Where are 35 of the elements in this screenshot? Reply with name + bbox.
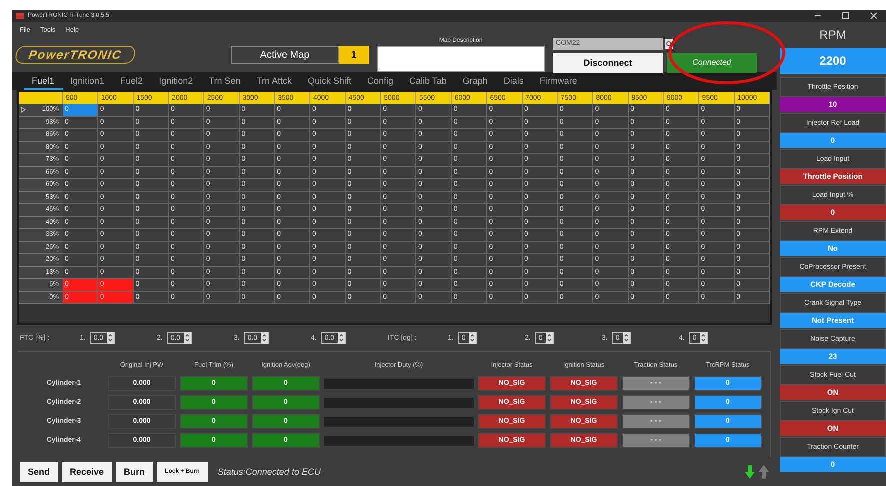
tab[interactable]: Ignition2: [151, 76, 202, 90]
spinner-icon[interactable]: [184, 332, 191, 344]
tab[interactable]: Firmware: [532, 76, 586, 90]
spinner-icon[interactable]: [260, 332, 268, 344]
up-arrow-icon: [759, 464, 769, 478]
tab[interactable]: Quick Shift: [300, 76, 360, 90]
connection-status: Connected: [667, 52, 758, 72]
tab[interactable]: Trn Attck: [248, 76, 300, 90]
tab[interactable]: Calib Tab: [402, 76, 455, 90]
app-icon: [16, 13, 24, 19]
header-corner: [19, 92, 63, 104]
tab[interactable]: Ignition1: [62, 76, 113, 90]
spinner-icon[interactable]: [622, 332, 630, 344]
active-map-value: 1: [339, 46, 370, 64]
spinner-icon[interactable]: [700, 332, 707, 344]
rpm-label: RPM: [818, 27, 848, 44]
down-arrow-icon: [745, 464, 755, 478]
tab[interactable]: Config: [359, 76, 402, 90]
logo: PowerTRONIC: [14, 46, 137, 64]
spinner-icon[interactable]: [106, 332, 114, 344]
spinner-icon[interactable]: [468, 332, 476, 344]
action-button[interactable]: Send: [20, 462, 58, 482]
map-description-field[interactable]: [377, 46, 546, 72]
action-button[interactable]: Burn: [116, 462, 154, 482]
tab[interactable]: Trn Sen: [201, 76, 249, 90]
spinner-icon[interactable]: [338, 332, 345, 344]
status-text: Status:Connected to ECU: [218, 466, 322, 476]
active-map-label: Active Map: [231, 46, 340, 64]
disconnect-button[interactable]: Disconnect: [553, 52, 664, 72]
rpm-value: 2200: [780, 48, 886, 74]
tab[interactable]: Graph: [454, 76, 496, 90]
action-button[interactable]: Receive: [62, 462, 112, 482]
tab[interactable]: Dials: [496, 76, 532, 90]
tab[interactable]: Fuel2: [112, 76, 152, 90]
spinner-icon[interactable]: [546, 332, 553, 344]
